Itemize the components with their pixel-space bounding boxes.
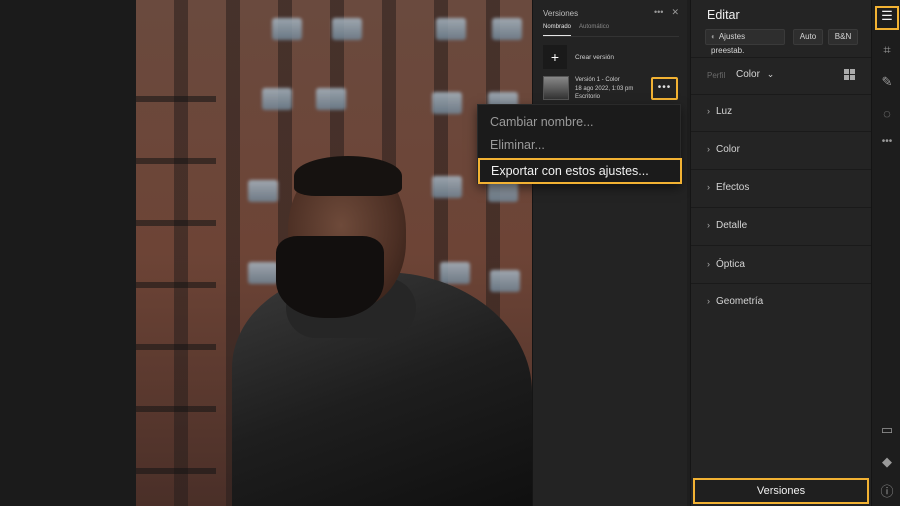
section-color[interactable]: › Color (707, 144, 740, 155)
create-version-button[interactable]: + Crear versión (543, 45, 614, 69)
divider (691, 169, 871, 170)
version-date: 18 ago 2022, 1:03 pm (575, 85, 634, 92)
photo-window (432, 176, 462, 198)
photo-window (248, 180, 278, 202)
photo-window (332, 18, 362, 40)
plus-icon: + (543, 45, 567, 69)
photo-fire-escape (136, 40, 216, 480)
section-geometry[interactable]: › Geometría (707, 296, 763, 307)
crop-icon[interactable]: ⌗ (877, 40, 897, 60)
divider (691, 245, 871, 246)
section-label: Color (716, 144, 740, 155)
divider (691, 207, 871, 208)
photo-canvas[interactable] (136, 0, 532, 506)
presets-icon: ◐ (711, 32, 716, 41)
photo-window (492, 18, 522, 40)
menu-item-export-with-settings[interactable]: Exportar con estos ajustes... (478, 158, 682, 184)
comment-icon[interactable]: ▭ (877, 420, 897, 440)
panel-more-icon[interactable]: ••• (654, 7, 663, 18)
section-label: Luz (716, 106, 733, 117)
photo-window (432, 92, 462, 114)
versions-button[interactable]: Versiones (693, 478, 869, 504)
section-label: Óptica (716, 259, 745, 270)
chevron-down-icon: ⌄ (766, 69, 775, 79)
info-icon[interactable]: ⓘ (877, 482, 897, 502)
menu-item-rename[interactable]: Cambiar nombre... (490, 115, 594, 129)
right-toolbar: ☰ ⌗ ✎ ◌ ••• ▭ ◆ ⓘ (871, 0, 900, 506)
chevron-right-icon: › (707, 220, 710, 230)
section-label: Detalle (716, 220, 748, 231)
photo-subject-beard (276, 236, 384, 318)
profile-browser-icon[interactable] (844, 69, 855, 80)
chevron-right-icon: › (707, 182, 710, 192)
masking-icon[interactable]: ◌ (877, 104, 897, 124)
version-thumbnail (543, 76, 569, 100)
presets-label: Ajustes preestab. (711, 32, 746, 55)
presets-button[interactable]: ◐ Ajustes preestab. (705, 29, 785, 55)
photo-window (440, 262, 470, 284)
section-optics[interactable]: › Óptica (707, 259, 745, 270)
profile-dropdown[interactable]: Color ⌄ (736, 69, 774, 80)
divider (691, 283, 871, 284)
version-name: Versión 1 - Color (575, 77, 620, 83)
more-icon[interactable]: ••• (877, 132, 897, 152)
menu-item-delete[interactable]: Eliminar... (490, 138, 545, 152)
tag-icon[interactable]: ◆ (877, 452, 897, 472)
photo-window (316, 88, 346, 110)
photo-subject-hair (294, 156, 402, 196)
profile-label: Perfil (707, 71, 726, 80)
divider (691, 57, 871, 58)
photo-window (490, 270, 520, 292)
sliders-icon[interactable]: ☰ (875, 6, 899, 30)
section-light[interactable]: › Luz (707, 106, 732, 117)
healing-icon[interactable]: ✎ (877, 72, 897, 92)
tabs-divider (543, 36, 679, 37)
photo-window (248, 262, 278, 284)
divider (691, 94, 871, 95)
create-version-label: Crear versión (575, 53, 615, 61)
photo-window (262, 88, 292, 110)
photo-window (436, 18, 466, 40)
section-effects[interactable]: › Efectos (707, 182, 749, 193)
chevron-right-icon: › (707, 296, 710, 306)
edit-panel-title: Editar (707, 8, 740, 22)
photo-window (272, 18, 302, 40)
chevron-right-icon: › (707, 144, 710, 154)
version-context-menu: Cambiar nombre... Eliminar... Exportar c… (477, 104, 682, 184)
auto-button[interactable]: Auto (793, 29, 823, 45)
chevron-right-icon: › (707, 259, 710, 269)
edit-panel: Editar ◐ Ajustes preestab. Auto B&N Perfi… (690, 0, 871, 506)
tab-automatic[interactable]: Automático (579, 24, 609, 36)
version-more-button[interactable]: ••• (651, 77, 678, 100)
versions-panel-title: Versiones (543, 9, 579, 18)
section-label: Geometría (716, 296, 764, 307)
section-detail[interactable]: › Detalle (707, 220, 747, 231)
profile-value: Color (736, 69, 760, 80)
versions-panel: Versiones ••• ✕ Nombrado Automático + Cr… (532, 0, 687, 506)
section-label: Efectos (716, 182, 750, 193)
version-device: Escritorio (575, 94, 601, 100)
tab-named[interactable]: Nombrado (543, 24, 572, 36)
bw-button[interactable]: B&N (828, 29, 858, 45)
close-icon[interactable]: ✕ (671, 7, 679, 18)
divider (691, 131, 871, 132)
chevron-right-icon: › (707, 106, 710, 116)
left-margin (0, 0, 136, 506)
